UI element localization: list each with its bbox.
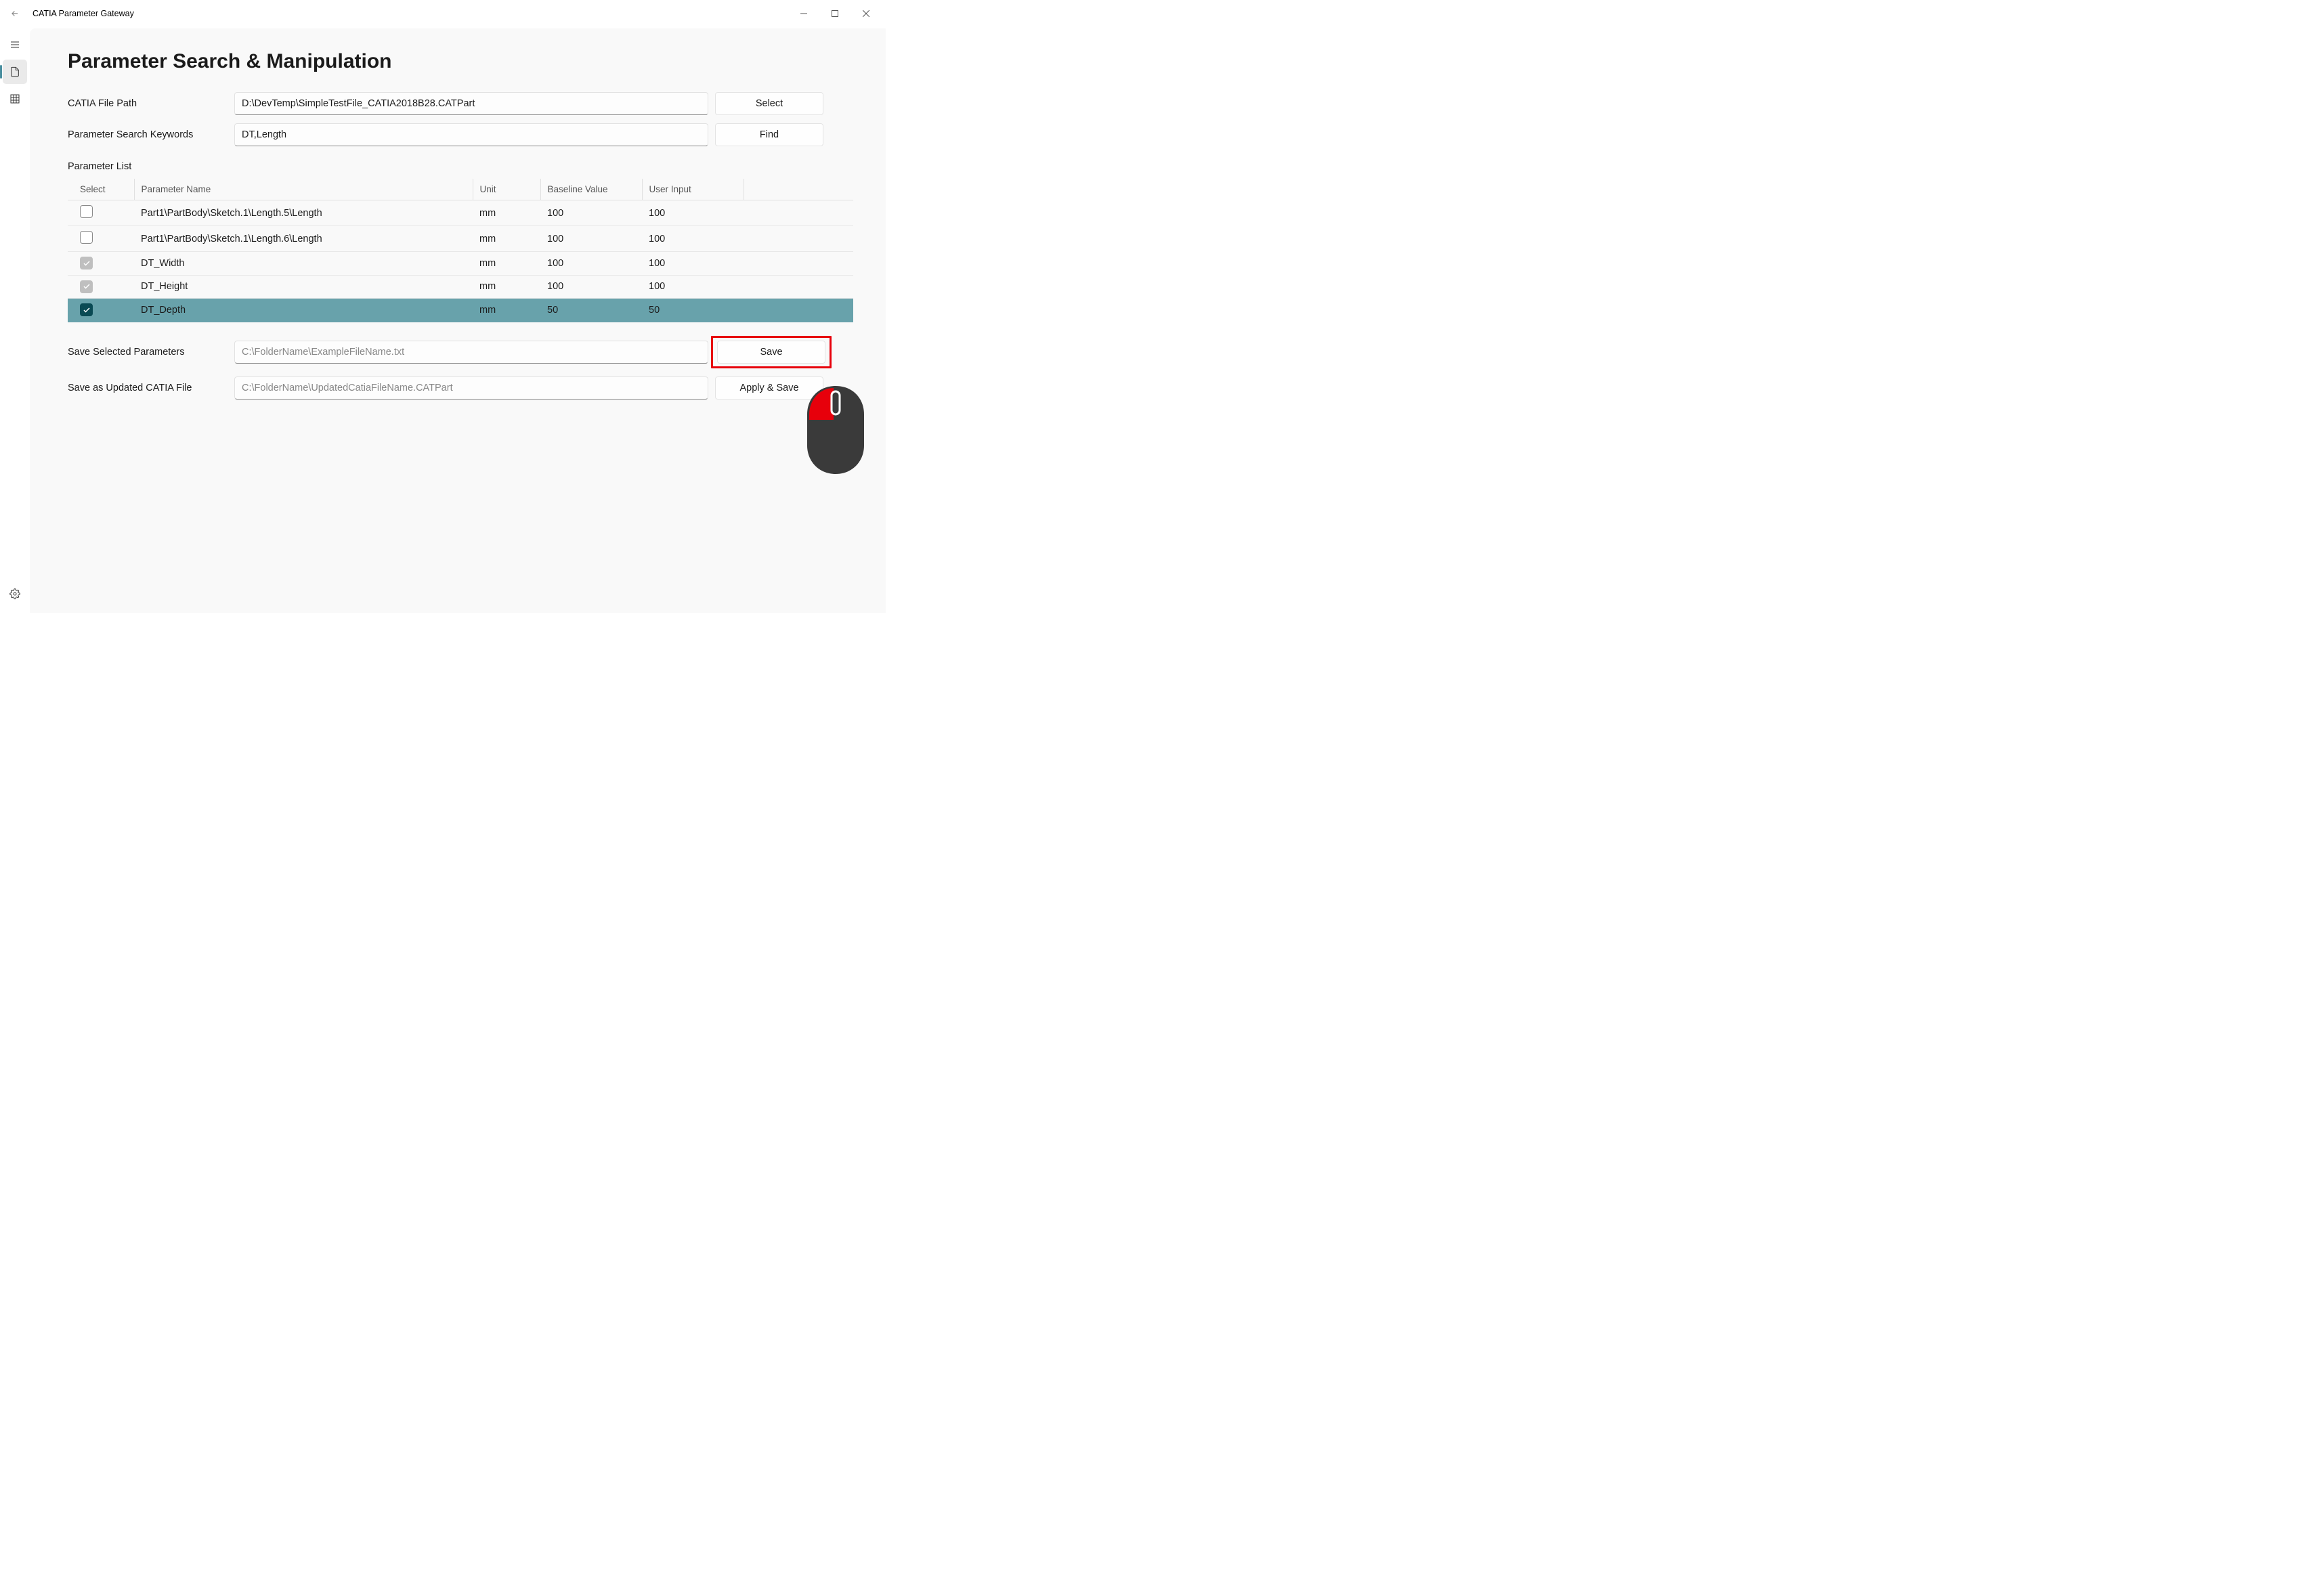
search-keywords-input[interactable] — [234, 123, 708, 146]
window-controls — [788, 3, 882, 24]
cell-baseline: 100 — [540, 226, 642, 252]
cell-baseline: 50 — [540, 299, 642, 322]
cell-userinput: 100 — [642, 226, 744, 252]
cell-userinput: 100 — [642, 252, 744, 276]
table-row[interactable]: Part1\PartBody\Sketch.1\Length.5\Lengthm… — [68, 200, 853, 226]
cell-name: Part1\PartBody\Sketch.1\Length.5\Length — [134, 200, 473, 226]
save-selected-label: Save Selected Parameters — [68, 347, 234, 358]
search-keywords-label: Parameter Search Keywords — [68, 129, 234, 140]
cell-baseline: 100 — [540, 275, 642, 299]
cell-baseline: 100 — [540, 252, 642, 276]
find-button[interactable]: Find — [715, 123, 823, 146]
page-title: Parameter Search & Manipulation — [68, 50, 886, 73]
file-path-input[interactable] — [234, 92, 708, 115]
save-updated-label: Save as Updated CATIA File — [68, 383, 234, 393]
header-select[interactable]: Select — [68, 179, 134, 200]
cell-name: Part1\PartBody\Sketch.1\Length.6\Length — [134, 226, 473, 252]
cell-baseline: 100 — [540, 200, 642, 226]
header-extra — [744, 179, 853, 200]
file-path-label: CATIA File Path — [68, 98, 234, 109]
save-selected-input[interactable] — [234, 341, 708, 364]
parameter-table: Select Parameter Name Unit Baseline Valu… — [68, 179, 853, 322]
sidebar-item-grid[interactable] — [3, 87, 27, 111]
row-checkbox[interactable] — [80, 231, 93, 244]
cursor-indicator — [802, 386, 869, 477]
window-title: CATIA Parameter Gateway — [33, 9, 134, 18]
save-updated-input[interactable] — [234, 376, 708, 400]
sidebar-item-document[interactable] — [3, 60, 27, 84]
close-button[interactable] — [851, 3, 882, 24]
header-baseline-value[interactable]: Baseline Value — [540, 179, 642, 200]
row-checkbox[interactable] — [80, 205, 93, 218]
back-button[interactable] — [5, 4, 24, 23]
save-highlight: Save — [711, 336, 832, 368]
row-checkbox[interactable] — [80, 257, 93, 269]
table-row[interactable]: DT_Depthmm5050 — [68, 299, 853, 322]
header-user-input[interactable]: User Input — [642, 179, 744, 200]
header-unit[interactable]: Unit — [473, 179, 540, 200]
table-row[interactable]: DT_Widthmm100100 — [68, 252, 853, 276]
cell-name: DT_Height — [134, 275, 473, 299]
parameter-list-label: Parameter List — [68, 161, 886, 172]
cell-unit: mm — [473, 299, 540, 322]
hamburger-menu-button[interactable] — [3, 33, 27, 57]
cell-userinput: 50 — [642, 299, 744, 322]
header-parameter-name[interactable]: Parameter Name — [134, 179, 473, 200]
cell-userinput: 100 — [642, 275, 744, 299]
cell-unit: mm — [473, 275, 540, 299]
maximize-button[interactable] — [819, 3, 851, 24]
minimize-button[interactable] — [788, 3, 819, 24]
settings-button[interactable] — [3, 582, 27, 606]
cell-unit: mm — [473, 252, 540, 276]
cell-unit: mm — [473, 200, 540, 226]
cell-unit: mm — [473, 226, 540, 252]
titlebar: CATIA Parameter Gateway — [0, 0, 887, 27]
cell-userinput: 100 — [642, 200, 744, 226]
row-checkbox[interactable] — [80, 303, 93, 316]
cell-name: DT_Width — [134, 252, 473, 276]
cell-name: DT_Depth — [134, 299, 473, 322]
sidebar — [0, 27, 30, 614]
main-content: Parameter Search & Manipulation CATIA Fi… — [30, 28, 886, 613]
table-row[interactable]: Part1\PartBody\Sketch.1\Length.6\Lengthm… — [68, 226, 853, 252]
apply-save-button[interactable]: Apply & Save — [715, 376, 823, 400]
table-row[interactable]: DT_Heightmm100100 — [68, 275, 853, 299]
row-checkbox[interactable] — [80, 280, 93, 293]
select-button[interactable]: Select — [715, 92, 823, 115]
save-button[interactable]: Save — [717, 341, 825, 364]
